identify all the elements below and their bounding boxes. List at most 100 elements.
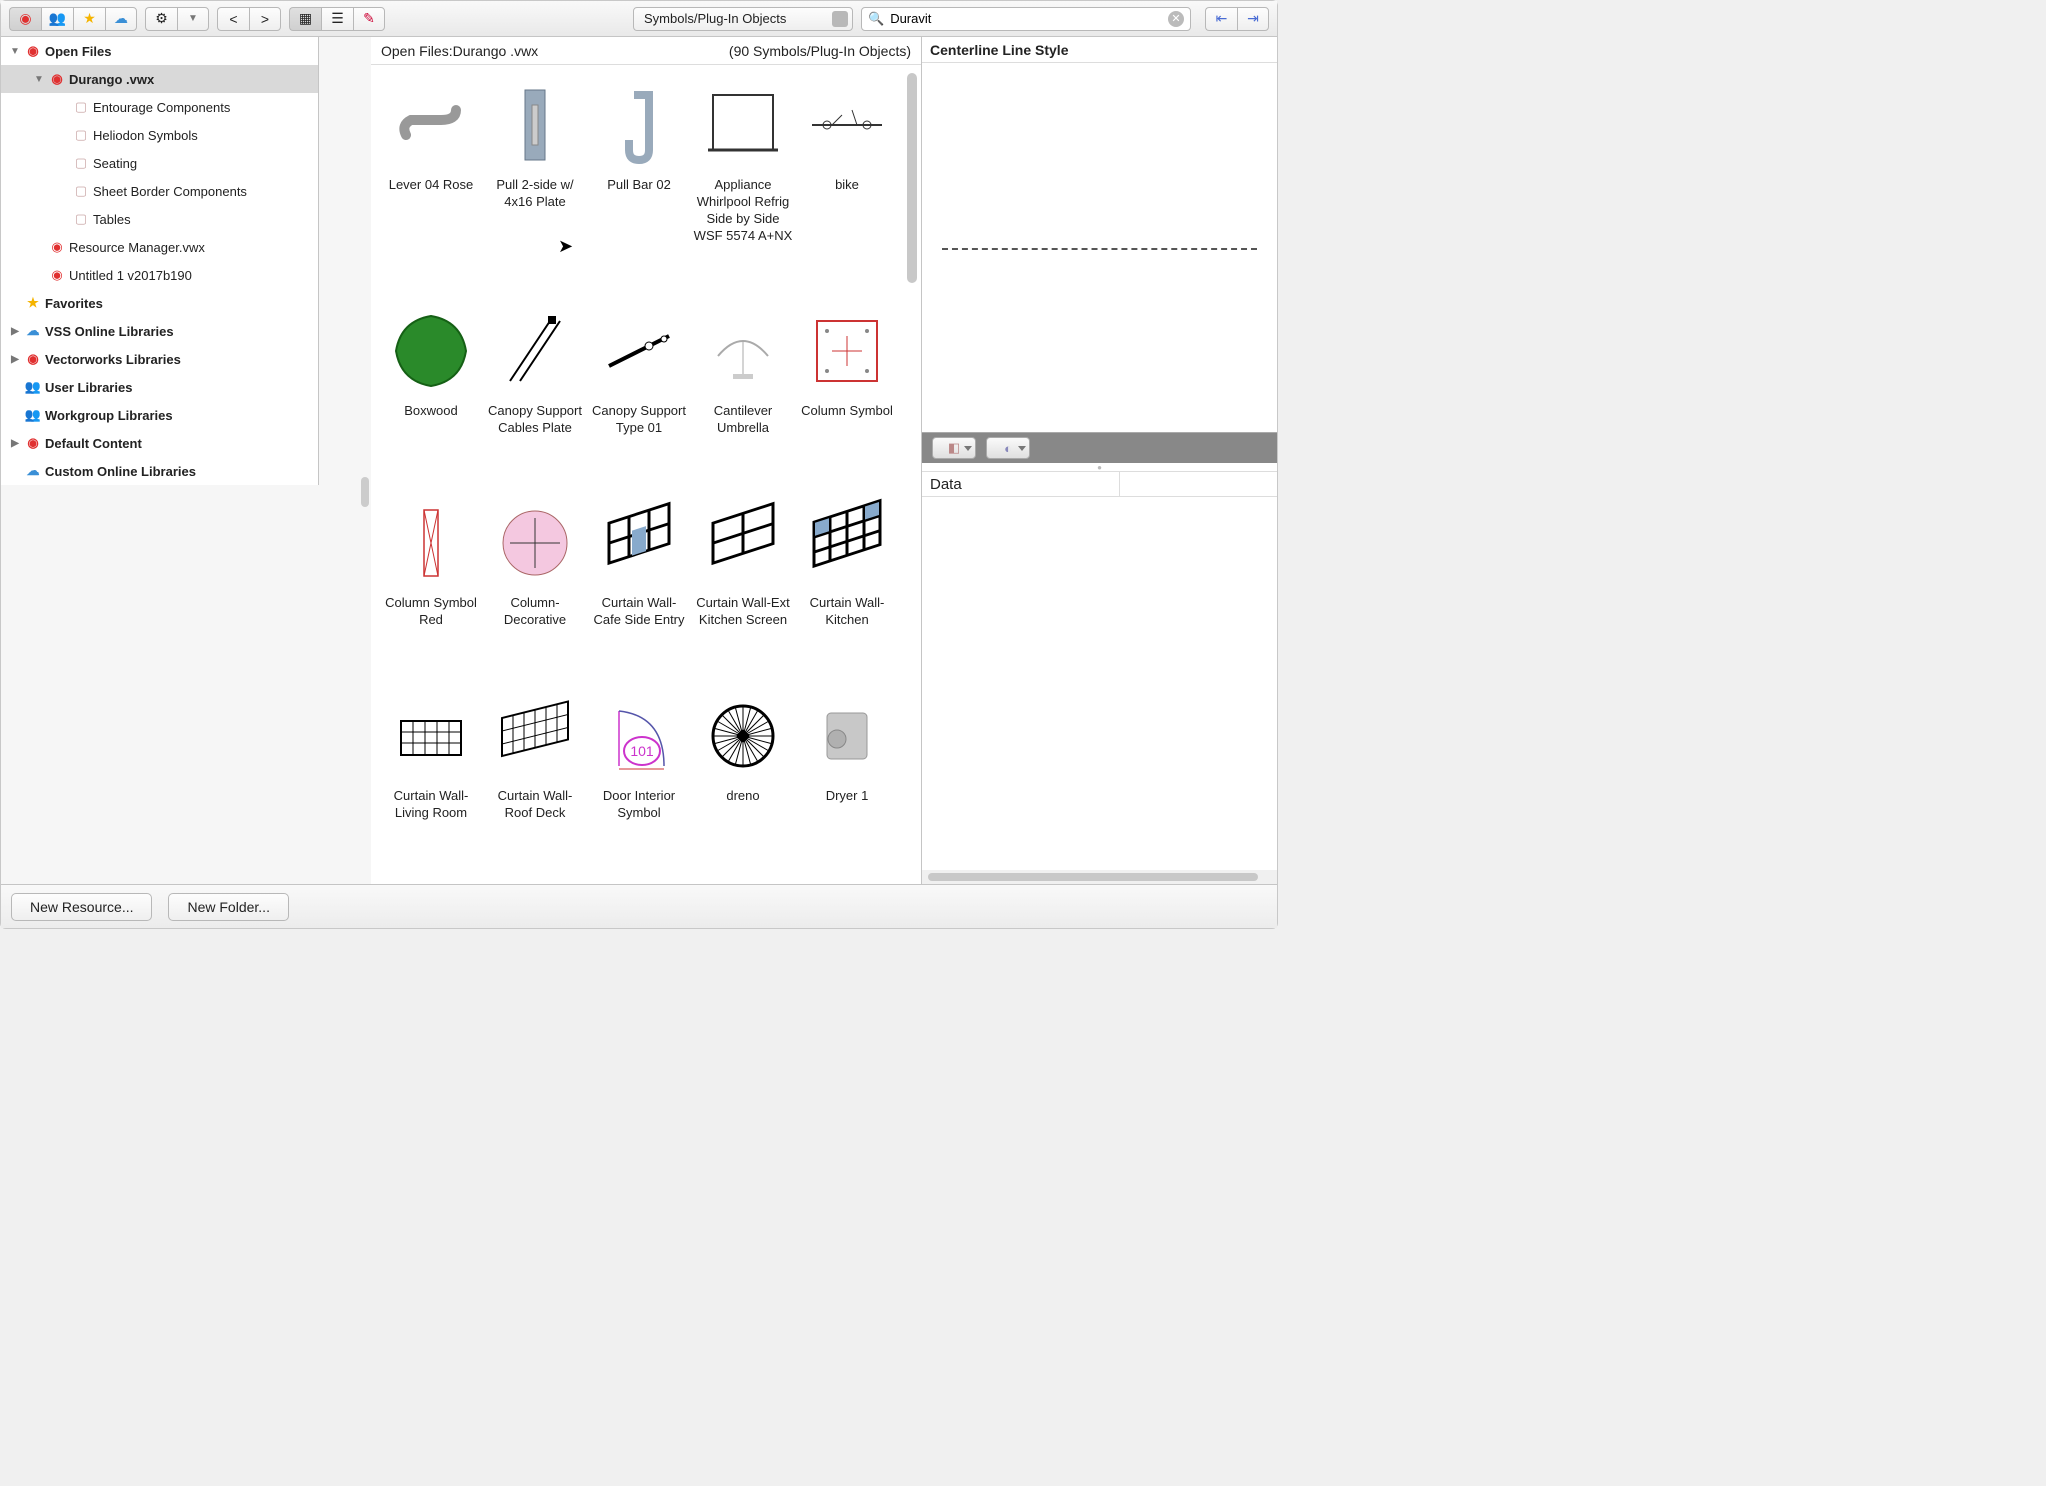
browser-panel: Open Files:Durango .vwx (90 Symbols/Plug… bbox=[371, 37, 922, 884]
tab-vectorworks[interactable]: ◉ bbox=[9, 7, 41, 31]
thumbnail-grid: Lever 04 Rose Pull 2-side w/ 4x16 Plate … bbox=[371, 65, 921, 884]
thumbnail-item[interactable]: Curtain Wall-Kitchen bbox=[797, 493, 897, 681]
thumbnail-image bbox=[589, 493, 689, 593]
sidebar-item-10[interactable]: ▶☁VSS Online Libraries bbox=[1, 317, 318, 345]
browser-scrollbar[interactable] bbox=[907, 73, 917, 283]
render-mode-3d[interactable]: ◧ bbox=[932, 437, 976, 459]
thumbnail-label: Lever 04 Rose bbox=[389, 177, 474, 194]
preview-area bbox=[922, 63, 1277, 433]
sidebar-item-label: Favorites bbox=[45, 296, 103, 311]
thumbnail-label: Pull Bar 02 bbox=[607, 177, 671, 194]
thumbnail-item[interactable]: Curtain Wall-Cafe Side Entry bbox=[589, 493, 689, 681]
thumbnail-label: Cantilever Umbrella bbox=[693, 403, 793, 437]
sidebar-item-8[interactable]: ◉Untitled 1 v2017b190 bbox=[1, 261, 318, 289]
v-icon: ◉ bbox=[49, 267, 65, 283]
thumbnail-item[interactable]: Canopy Support Type 01 bbox=[589, 301, 689, 489]
sidebar-item-12[interactable]: 👥User Libraries bbox=[1, 373, 318, 401]
thumbnail-label: Appliance Whirlpool Refrig Side by Side … bbox=[693, 177, 793, 245]
view-list[interactable]: ☰ bbox=[321, 7, 353, 31]
tab-cloud[interactable]: ☁ bbox=[105, 7, 137, 31]
toolbar: ◉ 👥 ★ ☁ ⚙ ▼ < > ▦ ☰ ✎ Symbols/Plug-In Ob… bbox=[1, 1, 1277, 37]
cube-icon: ◧ bbox=[948, 440, 960, 456]
thumbnail-image bbox=[381, 301, 481, 401]
thumbnail-item[interactable]: dreno bbox=[693, 686, 793, 874]
sidebar-item-label: Open Files bbox=[45, 44, 111, 59]
sidebar-item-label: Resource Manager.vwx bbox=[69, 240, 205, 255]
splitter-grip[interactable]: ● bbox=[922, 463, 1277, 471]
thumbnail-item[interactable]: Curtain Wall-Roof Deck bbox=[485, 686, 585, 874]
grid-icon: ▦ bbox=[299, 10, 312, 27]
thumbnail-item[interactable]: Lever 04 Rose bbox=[381, 75, 481, 297]
thumbnail-image bbox=[797, 493, 897, 593]
sidebar-item-14[interactable]: ▶◉Default Content bbox=[1, 429, 318, 457]
render-mode-wire[interactable]: ◐ bbox=[986, 437, 1030, 459]
browser-header: Open Files:Durango .vwx (90 Symbols/Plug… bbox=[371, 37, 921, 65]
new-resource-button[interactable]: New Resource... bbox=[11, 893, 152, 921]
pencil-list-icon: ✎ bbox=[363, 10, 375, 27]
settings-menu[interactable]: ▼ bbox=[177, 7, 209, 31]
people-icon: 👥 bbox=[49, 10, 66, 27]
thumbnail-item[interactable]: Column Symbol Red bbox=[381, 493, 481, 681]
collapse-right-button[interactable]: ⇥ bbox=[1237, 7, 1269, 31]
thumbnail-item[interactable]: Canopy Support Cables Plate bbox=[485, 301, 585, 489]
thumbnail-item[interactable]: Dryer 1 bbox=[797, 686, 897, 874]
sidebar-item-6[interactable]: ▢Tables bbox=[1, 205, 318, 233]
sidebar-item-13[interactable]: 👥Workgroup Libraries bbox=[1, 401, 318, 429]
search-input[interactable] bbox=[890, 11, 1162, 26]
thumbnail-item[interactable]: bike bbox=[797, 75, 897, 297]
tab-workgroup[interactable]: 👥 bbox=[41, 7, 73, 31]
thumbnail-item[interactable]: Appliance Whirlpool Refrig Side by Side … bbox=[693, 75, 793, 297]
thumbnail-item[interactable]: Pull 2-side w/ 4x16 Plate bbox=[485, 75, 585, 297]
data-scrollbar-horizontal[interactable] bbox=[922, 870, 1277, 884]
data-label: Data bbox=[930, 476, 962, 493]
centerline-preview bbox=[942, 248, 1257, 250]
thumbnail-item[interactable]: Pull Bar 02 bbox=[589, 75, 689, 297]
sidebar-item-label: Seating bbox=[93, 156, 137, 171]
thumbnail-item[interactable]: Curtain Wall-Ext Kitchen Screen bbox=[693, 493, 793, 681]
clear-search-button[interactable]: ✕ bbox=[1168, 11, 1184, 27]
thumbnail-item[interactable]: Curtain Wall-Living Room bbox=[381, 686, 481, 874]
v-icon: ◉ bbox=[25, 435, 41, 451]
sidebar-item-7[interactable]: ◉Resource Manager.vwx bbox=[1, 233, 318, 261]
thumbnail-item[interactable]: Column Symbol bbox=[797, 301, 897, 489]
thumbnail-label: bike bbox=[835, 177, 859, 194]
thumbnail-image bbox=[485, 301, 585, 401]
thumbnail-item[interactable]: 101Door Interior Symbol bbox=[589, 686, 689, 874]
v-icon: ◉ bbox=[25, 351, 41, 367]
collapse-left-icon: ⇤ bbox=[1216, 10, 1228, 27]
thumbnail-image bbox=[693, 686, 793, 786]
view-edit[interactable]: ✎ bbox=[353, 7, 385, 31]
nav-back[interactable]: < bbox=[217, 7, 249, 31]
view-thumbnails[interactable]: ▦ bbox=[289, 7, 321, 31]
thumbnail-image bbox=[485, 75, 585, 175]
folder-icon: ▢ bbox=[73, 127, 89, 143]
thumbnail-item[interactable]: Boxwood bbox=[381, 301, 481, 489]
resource-type-filter[interactable]: Symbols/Plug-In Objects bbox=[633, 7, 853, 31]
sidebar-item-9[interactable]: ★Favorites bbox=[1, 289, 318, 317]
sidebar-item-15[interactable]: ☁Custom Online Libraries bbox=[1, 457, 318, 485]
v-icon: ◉ bbox=[25, 43, 41, 59]
sidebar-item-1[interactable]: ▼◉Durango .vwx bbox=[1, 65, 318, 93]
thumbnail-image bbox=[485, 493, 585, 593]
tab-favorites[interactable]: ★ bbox=[73, 7, 105, 31]
nav-forward[interactable]: > bbox=[249, 7, 281, 31]
thumbnail-image bbox=[381, 75, 481, 175]
sidebar-item-3[interactable]: ▢Heliodon Symbols bbox=[1, 121, 318, 149]
sidebar-item-0[interactable]: ▼◉Open Files bbox=[1, 37, 318, 65]
collapse-left-button[interactable]: ⇤ bbox=[1205, 7, 1237, 31]
sidebar-item-4[interactable]: ▢Seating bbox=[1, 149, 318, 177]
new-folder-button[interactable]: New Folder... bbox=[168, 893, 288, 921]
search-box[interactable]: 🔍 ✕ bbox=[861, 7, 1191, 31]
people-icon: 👥 bbox=[25, 407, 41, 423]
thumbnail-item[interactable]: Column-Decorative bbox=[485, 493, 585, 681]
thumbnail-label: Curtain Wall-Living Room bbox=[381, 788, 481, 822]
settings-button[interactable]: ⚙ bbox=[145, 7, 177, 31]
thumbnail-image bbox=[589, 75, 689, 175]
sidebar-item-2[interactable]: ▢Entourage Components bbox=[1, 93, 318, 121]
sidebar-item-5[interactable]: ▢Sheet Border Components bbox=[1, 177, 318, 205]
sidebar-item-11[interactable]: ▶◉Vectorworks Libraries bbox=[1, 345, 318, 373]
sidebar-item-label: VSS Online Libraries bbox=[45, 324, 174, 339]
thumbnail-image bbox=[693, 75, 793, 175]
thumbnail-item[interactable]: Cantilever Umbrella bbox=[693, 301, 793, 489]
sidebar-scrollbar[interactable] bbox=[361, 477, 369, 507]
